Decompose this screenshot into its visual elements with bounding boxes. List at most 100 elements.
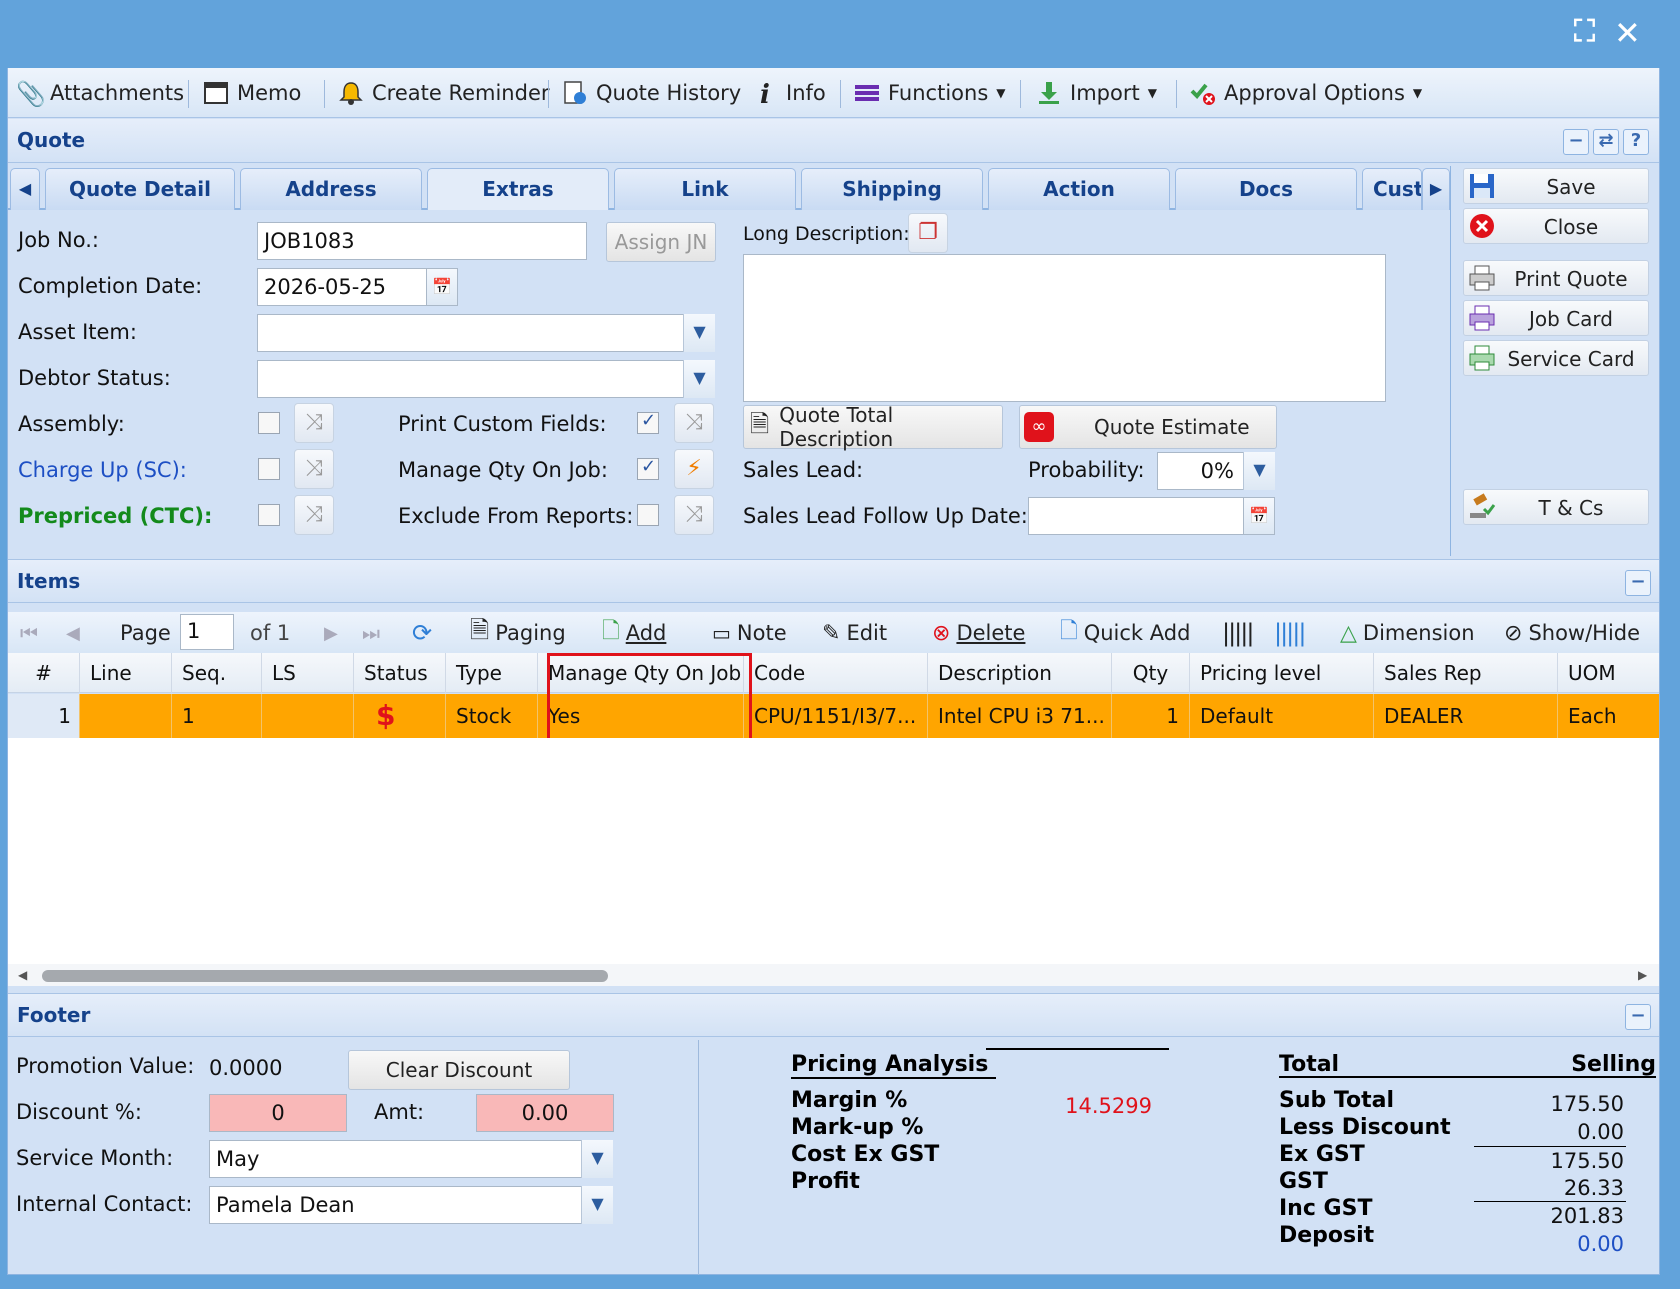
prev-page-icon[interactable]: ◀	[66, 616, 80, 650]
chevron-down-icon[interactable]: ▼	[683, 314, 715, 352]
collapse-icon[interactable]: −	[1625, 1004, 1651, 1030]
tab-docs[interactable]: Docs	[1175, 168, 1357, 210]
service-card-button[interactable]: Service Card	[1463, 340, 1649, 376]
first-page-icon[interactable]: ⏮	[20, 616, 38, 650]
tab-quote-detail[interactable]: Quote Detail	[45, 168, 235, 210]
tab-action[interactable]: Action	[988, 168, 1170, 210]
col-status[interactable]: Status	[354, 653, 446, 693]
collapse-icon[interactable]: −	[1563, 129, 1589, 155]
print-quote-button[interactable]: Print Quote	[1463, 260, 1649, 296]
quote-history-button[interactable]: Quote History	[562, 74, 741, 112]
horizontal-scrollbar[interactable]: ◀ ▶	[8, 964, 1659, 986]
quote-estimate-button[interactable]: ∞ Quote Estimate	[1019, 405, 1277, 449]
create-reminder-button[interactable]: Create Reminder	[338, 74, 550, 112]
quick-add-button[interactable]: 🗋 Quick Add	[1060, 616, 1190, 650]
col-line-ref[interactable]: Line Ref.	[80, 653, 172, 725]
add-button[interactable]: 🗋 Add	[602, 616, 666, 650]
calendar-icon[interactable]: 📅	[1243, 497, 1275, 535]
long-description-field[interactable]	[743, 254, 1386, 402]
terms-button[interactable]: T & Cs	[1463, 489, 1649, 525]
maximize-icon[interactable]: ⛶	[1574, 14, 1595, 49]
manage-qty-checkbox[interactable]	[637, 456, 659, 480]
quote-total-description-button[interactable]: 🗎 Quote Total Description	[743, 403, 1003, 451]
barcode-icon[interactable]: |||||	[1222, 616, 1254, 650]
chevron-down-icon[interactable]: ▼	[581, 1186, 613, 1224]
shuffle-icon[interactable]: ⤨	[674, 403, 714, 443]
help-icon[interactable]: ?	[1623, 129, 1649, 155]
next-page-icon[interactable]: ▶	[324, 616, 338, 650]
note-button[interactable]: ▭ Note	[712, 616, 787, 650]
tab-extras[interactable]: Extras	[427, 168, 609, 210]
refresh-icon[interactable]: ⇄	[1593, 129, 1619, 155]
page-number-field[interactable]: 1	[180, 614, 234, 650]
asset-item-select[interactable]	[257, 314, 715, 352]
shuffle-icon[interactable]: ⤨	[294, 403, 334, 443]
charge-up-checkbox[interactable]	[258, 458, 280, 480]
dimension-button[interactable]: △ Dimension	[1340, 616, 1475, 650]
amount-field[interactable]: 0.00	[476, 1094, 614, 1132]
col-num[interactable]: #	[8, 653, 80, 693]
last-page-icon[interactable]: ⏭	[362, 616, 380, 650]
internal-contact-select[interactable]: Pamela Dean	[209, 1186, 613, 1224]
tab-scroll-right-icon[interactable]: ▶	[1422, 168, 1450, 210]
lightning-icon[interactable]: ⚡	[674, 449, 714, 489]
tab-cust[interactable]: Cust	[1362, 168, 1422, 210]
shuffle-icon[interactable]: ⤨	[294, 449, 334, 489]
clear-discount-button[interactable]: Clear Discount	[348, 1050, 570, 1090]
close-button[interactable]: Close	[1463, 208, 1649, 244]
calendar-icon[interactable]: 📅	[426, 268, 458, 306]
import-menu[interactable]: Import ▼	[1036, 74, 1157, 112]
cell-code: CPU/1151/I3/7...	[744, 694, 928, 738]
close-icon[interactable]: ✕	[1614, 14, 1641, 52]
info-button[interactable]: i Info	[752, 74, 826, 112]
debtor-status-select[interactable]	[257, 360, 715, 398]
exclude-reports-checkbox[interactable]	[637, 504, 659, 526]
service-month-select[interactable]: May	[209, 1140, 613, 1178]
job-card-button[interactable]: Job Card	[1463, 300, 1649, 336]
collapse-icon[interactable]: −	[1625, 570, 1651, 596]
assembly-checkbox[interactable]	[258, 412, 280, 434]
col-qty[interactable]: Qty	[1112, 653, 1190, 693]
scroll-thumb[interactable]	[42, 970, 608, 982]
delete-button[interactable]: ⊗ Delete	[932, 616, 1025, 650]
attachments-button[interactable]: 📎 Attachments	[16, 74, 184, 112]
paging-button[interactable]: 🗎 Paging	[470, 616, 566, 650]
approval-options-menu[interactable]: Approval Options ▼	[1190, 74, 1422, 112]
refresh-icon[interactable]: ⟳	[412, 616, 432, 650]
save-button[interactable]: Save	[1463, 168, 1649, 204]
col-type[interactable]: Type	[446, 653, 538, 693]
job-no-field[interactable]: JOB1083	[257, 222, 587, 260]
scroll-left-icon[interactable]: ◀	[18, 968, 27, 982]
functions-menu[interactable]: Functions ▼	[854, 74, 1006, 112]
service-month-label: Service Month:	[16, 1146, 174, 1170]
tab-link[interactable]: Link	[614, 168, 796, 210]
discount-field[interactable]: 0	[209, 1094, 347, 1132]
chevron-down-icon[interactable]: ▼	[581, 1140, 613, 1178]
follow-up-date-field[interactable]	[1028, 497, 1274, 535]
shuffle-icon[interactable]: ⤨	[674, 495, 714, 535]
tab-scroll-left-icon[interactable]: ◀	[10, 168, 40, 210]
col-ls[interactable]: LS	[262, 653, 354, 693]
scroll-right-icon[interactable]: ▶	[1638, 968, 1647, 982]
tab-shipping[interactable]: Shipping	[801, 168, 983, 210]
chevron-down-icon[interactable]: ▼	[683, 360, 715, 398]
shuffle-icon[interactable]: ⤨	[294, 495, 334, 535]
col-pricing-level[interactable]: Pricing level	[1190, 653, 1374, 693]
col-sales-rep[interactable]: Sales Rep	[1374, 653, 1558, 693]
print-custom-fields-checkbox[interactable]	[637, 410, 659, 434]
col-code[interactable]: Code	[744, 653, 928, 693]
barcode-blue-icon[interactable]: |||||	[1274, 616, 1306, 650]
prepriced-checkbox[interactable]	[258, 504, 280, 526]
assign-jn-button[interactable]: Assign JN	[606, 222, 716, 262]
col-description[interactable]: Description	[928, 653, 1112, 693]
edit-button[interactable]: ✎ Edit	[822, 616, 887, 650]
copy-document-icon[interactable]: ❐	[908, 213, 948, 253]
show-hide-button[interactable]: ⊘ Show/Hide	[1504, 616, 1640, 650]
tab-address[interactable]: Address	[240, 168, 422, 210]
bell-icon	[339, 82, 363, 105]
chevron-down-icon[interactable]: ▼	[1243, 452, 1275, 490]
table-row[interactable]: 1 1 $ Stock Yes CPU/1151/I3/7... Intel C…	[8, 694, 1659, 738]
col-uom[interactable]: UOM	[1558, 653, 1659, 693]
memo-button[interactable]: Memo	[203, 74, 301, 112]
col-seq-no[interactable]: Seq. No.	[172, 653, 262, 725]
